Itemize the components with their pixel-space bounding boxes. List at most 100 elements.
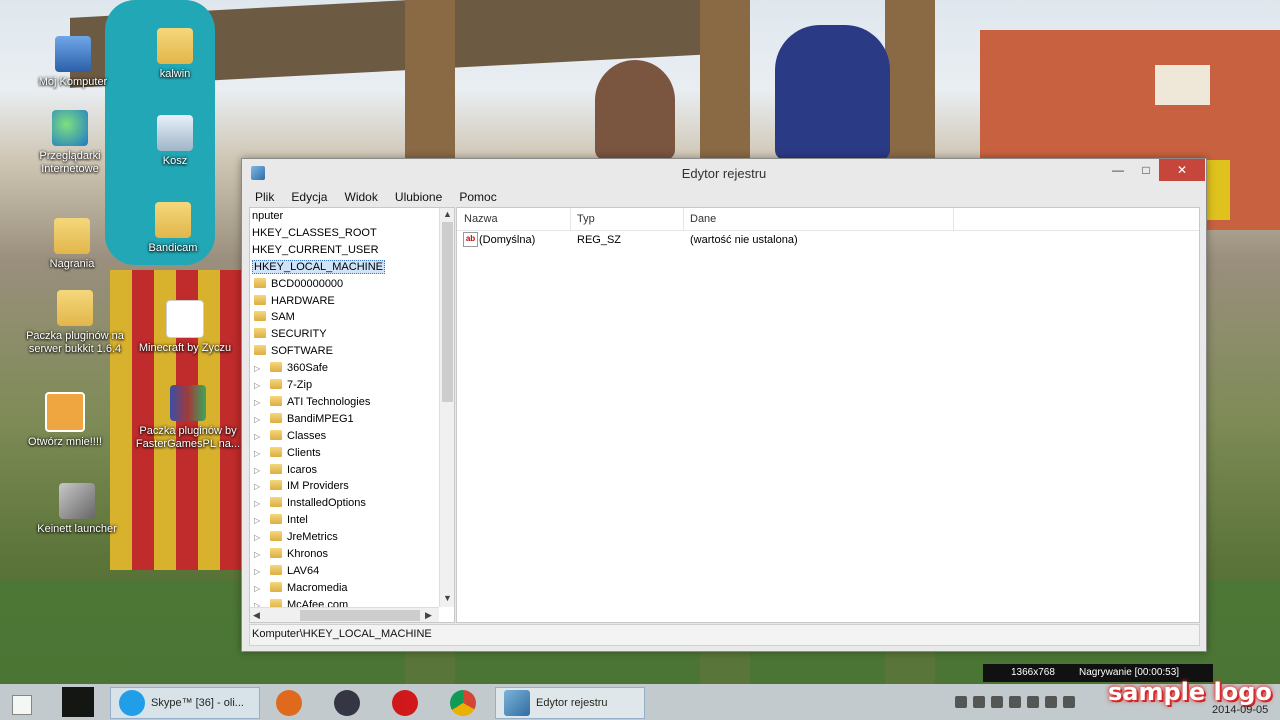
system-tray[interactable]: [955, 696, 1081, 711]
tree-item[interactable]: ▷ BandiMPEG1: [254, 411, 354, 428]
menu-help[interactable]: Pomoc: [452, 187, 503, 207]
tree-item-label: SAM: [271, 311, 295, 324]
tree-item-label: HKEY_CLASSES_ROOT: [252, 226, 377, 239]
menu-edit[interactable]: Edycja: [284, 187, 334, 207]
tree-item[interactable]: ▷ LAV64: [254, 563, 319, 580]
recorder-status: Nagrywanie [00:00:53]: [1079, 667, 1180, 678]
scroll-left-icon[interactable]: ◀: [253, 610, 260, 621]
string-value-icon: ab: [463, 232, 478, 247]
world-of-tanks-icon[interactable]: [334, 690, 360, 716]
expand-arrow-icon[interactable]: ▷: [254, 478, 264, 495]
desktop-icon-plugins-bukkit[interactable]: Paczka pluginów na serwer bukkit 1.6.4: [22, 290, 128, 356]
expand-arrow-icon[interactable]: ▷: [254, 580, 264, 597]
clock-date: 2014-09-05: [1212, 704, 1269, 716]
opera-icon[interactable]: [392, 690, 418, 716]
start-button[interactable]: [12, 695, 32, 715]
expand-arrow-icon[interactable]: ▷: [254, 563, 264, 580]
desktop-icon-keinett[interactable]: Keinett launcher: [32, 483, 122, 536]
tree-item[interactable]: HKEY_LOCAL_MACHINE: [252, 259, 385, 276]
expand-arrow-icon[interactable]: ▷: [254, 360, 264, 377]
tree-item[interactable]: ▷ 360Safe: [254, 360, 328, 377]
desktop-icon-my-computer[interactable]: Mój Komputer: [28, 36, 118, 89]
expand-arrow-icon[interactable]: ▷: [254, 411, 264, 428]
expand-arrow-icon[interactable]: ▷: [254, 377, 264, 394]
desktop-icon-bandicam[interactable]: Bandicam: [128, 202, 218, 255]
scroll-up-icon[interactable]: ▲: [443, 209, 452, 219]
tree-horizontal-scrollbar[interactable]: ◀ ▶: [250, 607, 439, 622]
tray-icon[interactable]: [1027, 696, 1039, 708]
tree-item[interactable]: ▷ Intel: [254, 512, 308, 529]
tree-vertical-scrollbar[interactable]: ▲ ▼: [439, 208, 454, 607]
tree-item[interactable]: SECURITY: [254, 326, 327, 343]
tree-item[interactable]: ▷ JreMetrics: [254, 529, 338, 546]
column-header-data[interactable]: Dane: [690, 213, 716, 225]
tree-item[interactable]: BCD00000000: [254, 276, 343, 293]
status-path: Komputer\HKEY_LOCAL_MACHINE: [252, 628, 432, 640]
desktop-icon-minecraft[interactable]: Minecraft by Zyczu: [135, 300, 235, 355]
tree-hscroll-thumb[interactable]: [300, 610, 420, 621]
tray-icon[interactable]: [1063, 696, 1075, 708]
tree-item[interactable]: SAM: [254, 309, 295, 326]
expand-arrow-icon[interactable]: ▷: [254, 512, 264, 529]
tree-item[interactable]: SOFTWARE: [254, 343, 333, 360]
registry-editor-window[interactable]: Edytor rejestru — □ ✕ Plik Edycja Widok …: [241, 158, 1207, 652]
expand-arrow-icon[interactable]: ▷: [254, 546, 264, 563]
tree-item[interactable]: ▷ Clients: [254, 445, 321, 462]
expand-arrow-icon[interactable]: ▷: [254, 462, 264, 479]
folder-icon: [270, 497, 282, 508]
skype-icon: [119, 690, 145, 716]
scroll-right-icon[interactable]: ▶: [425, 610, 432, 621]
desktop-icon-open-me[interactable]: Otwórz mnie!!!!: [20, 392, 110, 449]
tray-icon[interactable]: [973, 696, 985, 708]
tree-item[interactable]: ▷ Classes: [254, 428, 326, 445]
column-header-type[interactable]: Typ: [577, 213, 595, 225]
gridx-taskbar-icon[interactable]: [62, 687, 94, 717]
tray-icon[interactable]: [1045, 696, 1057, 708]
tree-item[interactable]: HKEY_CLASSES_ROOT: [252, 225, 377, 242]
tree-item[interactable]: ▷ IM Providers: [254, 478, 349, 495]
chrome-icon[interactable]: [450, 690, 476, 716]
tree-item-label: 7-Zip: [287, 379, 313, 391]
firefox-icon[interactable]: [276, 690, 302, 716]
tree-item[interactable]: HARDWARE: [254, 293, 335, 310]
menu-view[interactable]: Widok: [338, 187, 385, 207]
tree-item[interactable]: ▷ Khronos: [254, 546, 328, 563]
desktop-icon-plugins-fastergames[interactable]: Paczka pluginów by FasterGamesPL na...: [135, 385, 241, 451]
taskbar-skype[interactable]: Skype™ [36] - oli...: [110, 687, 260, 719]
tray-icon[interactable]: [955, 696, 967, 708]
desktop-icon-browsers[interactable]: Przeglądarki Internetowe: [25, 110, 115, 176]
expand-arrow-icon[interactable]: ▷: [254, 529, 264, 546]
tree-item[interactable]: ▷ Icaros: [254, 462, 317, 479]
list-item[interactable]: ab (Domyślna) REG_SZ (wartość nie ustalo…: [457, 232, 1199, 249]
expand-arrow-icon[interactable]: ▷: [254, 495, 264, 512]
tree-item[interactable]: ▷ ATI Technologies: [254, 394, 370, 411]
tree-item[interactable]: ▷ 7-Zip: [254, 377, 312, 394]
recorder-resolution: 1366x768: [1011, 667, 1055, 678]
close-button[interactable]: ✕: [1159, 159, 1205, 181]
title-bar[interactable]: Edytor rejestru — □ ✕: [242, 159, 1206, 187]
recycle-bin-icon: [157, 115, 193, 151]
expand-arrow-icon[interactable]: ▷: [254, 428, 264, 445]
menu-favorites[interactable]: Ulubione: [388, 187, 449, 207]
tree-item[interactable]: ▷ Macromedia: [254, 580, 348, 597]
desktop-icon-recycle-bin[interactable]: Kosz: [130, 115, 220, 168]
tray-icon[interactable]: [991, 696, 1003, 708]
tree-item[interactable]: nputer: [252, 208, 283, 225]
expand-arrow-icon[interactable]: ▷: [254, 445, 264, 462]
desktop-icon-nagrania[interactable]: Nagrania: [27, 218, 117, 271]
desktop-icon-kalwin[interactable]: kalwin: [130, 28, 220, 81]
taskbar-registry-editor[interactable]: Edytor rejestru: [495, 687, 645, 719]
tree-item[interactable]: ▷ InstalledOptions: [254, 495, 366, 512]
tray-icon[interactable]: [1009, 696, 1021, 708]
folder-icon: [270, 514, 282, 525]
tree-item[interactable]: HKEY_CURRENT_USER: [252, 242, 379, 259]
expand-arrow-icon[interactable]: ▷: [254, 394, 264, 411]
registry-tree[interactable]: nputer HKEY_CLASSES_ROOT HKEY_CURRENT_USER…: [249, 207, 455, 623]
desktop-icon-label: Nagrania: [49, 258, 95, 270]
scroll-down-icon[interactable]: ▼: [443, 593, 452, 603]
values-list[interactable]: Nazwa Typ Dane ab (Domyślna) REG_SZ (war…: [456, 207, 1200, 623]
column-header-name[interactable]: Nazwa: [464, 213, 498, 225]
list-header: Nazwa Typ Dane: [457, 208, 1199, 231]
tree-scroll-thumb[interactable]: [442, 222, 453, 402]
menu-file[interactable]: Plik: [248, 187, 281, 207]
